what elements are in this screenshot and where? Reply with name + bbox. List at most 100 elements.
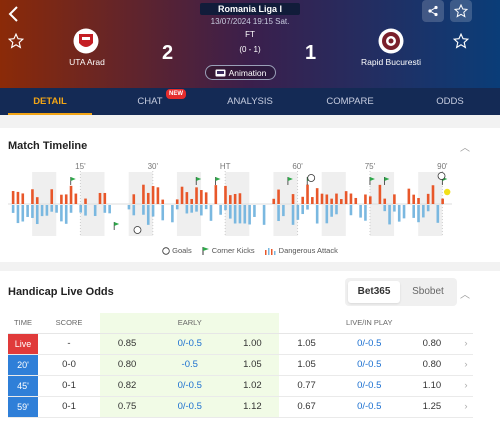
row-chevron-icon[interactable]: › [459,354,473,376]
home-attack-bar [407,188,411,204]
away-team-name[interactable]: Rapid Bucuresti [341,57,441,67]
away-attack-bar [412,205,415,218]
bookmaker-sbobet[interactable]: Sbobet [402,281,454,303]
odds-score: 0-0 [38,354,100,376]
favorite-home-star-icon[interactable] [8,33,24,49]
animation-button[interactable]: Animation [205,65,276,80]
away-attack-bar [243,205,247,224]
odds-row[interactable]: Live -0.85 0/-0.5 1.00 1.05 0/-0.5 0.80 › [8,333,473,355]
away-attack-bar [127,205,131,210]
home-attack-bar [330,198,333,204]
legend-corners: Corner Kicks [211,246,255,255]
early-home-odds: 0.82 [100,375,155,397]
home-attack-bar [69,185,73,204]
away-attack-bar [422,205,425,218]
odds-score: - [38,333,100,355]
odds-time: 45' [8,375,38,397]
away-attack-bar [64,205,68,224]
live-away-odds: 0.80 [404,333,459,355]
away-attack-bar [55,205,58,213]
away-attack-bar [248,205,251,225]
early-handicap: 0/-0.5 [154,375,226,397]
away-attack-bar [262,205,266,225]
tab-detail[interactable]: DETAIL [0,88,100,115]
odds-row[interactable]: 20' 0-0 0.80 -0.5 1.05 1.05 0/-0.5 0.80 › [8,354,473,376]
away-attack-bar [21,205,25,222]
monitor-icon [215,69,226,76]
home-attack-bar [368,196,372,204]
back-arrow-icon[interactable] [6,4,22,24]
home-attack-bar [151,186,155,204]
bookmaker-bet365[interactable]: Bet365 [348,281,400,303]
away-team-logo[interactable] [378,28,404,54]
home-team-logo[interactable] [73,28,99,54]
away-attack-bar [11,205,15,213]
home-team-name[interactable]: UTA Arad [37,57,137,67]
favorite-away-star-icon[interactable] [453,33,469,49]
tab-odds[interactable]: ODDS [400,88,500,115]
odds-table: TIME SCORE EARLY LIVE/IN PLAY Live -0.85 0… [8,313,473,418]
home-attack-bar [31,189,34,204]
collapse-timeline-icon[interactable]: ︿ [460,139,470,154]
early-handicap: -0.5 [154,354,226,376]
corner-flag-icon [215,177,221,181]
home-attack-bar [344,191,348,204]
away-attack-bar [436,205,440,223]
away-attack-bar [335,205,338,215]
home-attack-bar [35,197,39,204]
home-attack-bar [146,192,150,204]
tab-analysis[interactable]: ANALYSIS [200,88,300,115]
home-attack-bar [349,193,353,204]
live-handicap: 0/-0.5 [333,354,405,376]
odds-row[interactable]: 45' 0-1 0.82 0/-0.5 1.02 0.77 0/-0.5 1.10 › [8,375,473,397]
away-attack-bar [31,205,34,218]
share-button[interactable] [422,0,444,22]
home-attack-bar [229,195,232,204]
away-attack-bar [277,205,280,222]
home-attack-bar [441,198,444,204]
minute-marker: HT [220,162,231,171]
goal-ball-icon [437,172,446,180]
odds-row[interactable]: 59' 0-1 0.75 0/-0.5 1.12 0.67 0/-0.5 1.25 › [8,396,473,418]
early-home-odds: 0.75 [100,396,155,418]
away-attack-bar [229,205,232,219]
home-attack-bar [291,194,295,204]
home-attack-bar [195,187,198,204]
away-attack-bar [185,205,189,214]
away-attack-bar [204,205,208,210]
away-attack-bar [93,205,97,217]
live-away-odds: 1.10 [404,375,459,397]
away-attack-bar [417,205,420,223]
home-attack-bar [224,185,227,204]
home-attack-bar [21,193,25,204]
away-attack-bar [330,205,333,217]
row-chevron-icon[interactable]: › [459,333,473,355]
favorite-match-button[interactable] [450,0,472,22]
away-attack-bar [402,205,406,219]
away-attack-bar [16,205,20,224]
home-attack-bar [200,190,203,204]
row-chevron-icon[interactable]: › [459,375,473,397]
row-chevron-icon[interactable]: › [459,396,473,418]
away-attack-bar [301,205,304,215]
home-attack-bar [16,191,20,204]
away-attack-bar [296,205,300,220]
live-handicap: 0/-0.5 [333,396,405,418]
away-attack-bar [359,205,362,218]
tab-compare[interactable]: COMPARE [300,88,400,115]
col-early: EARLY [100,313,280,334]
home-attack-bar [84,198,87,204]
timeline-chart: 15' 30' HT 60' 75' 90' [8,162,452,236]
live-home-odds: 1.05 [279,354,334,376]
collapse-odds-icon[interactable]: ︿ [460,286,470,301]
early-away-odds: 1.12 [225,396,280,418]
away-attack-bar [306,205,309,210]
away-attack-bar [364,205,367,221]
away-attack-bar [393,205,396,212]
dangerous-attack-icon [264,247,276,255]
home-attack-bar [103,192,107,204]
match-header: Romania Liga I 13/07/2024 19:15 Sat. UTA… [0,0,500,88]
home-attack-bar [185,192,189,204]
away-attack-bar [224,205,227,211]
home-attack-bar [64,194,68,204]
